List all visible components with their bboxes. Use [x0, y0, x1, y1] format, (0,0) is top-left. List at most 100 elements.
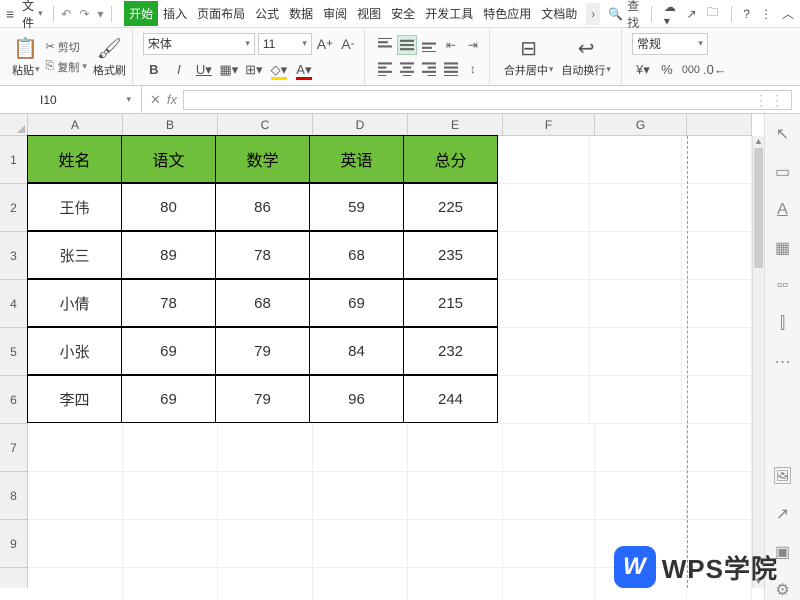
cell-D3[interactable]: 68 [309, 231, 404, 279]
cell-C4[interactable]: 68 [215, 279, 310, 327]
underline-button[interactable]: U▾ [193, 59, 215, 81]
cell-C3[interactable]: 78 [215, 231, 310, 279]
tabs-overflow[interactable]: › [586, 3, 600, 25]
increase-indent-button[interactable]: ⇥ [463, 35, 483, 55]
tab-6[interactable]: 视图 [352, 1, 386, 26]
cell-D7[interactable] [313, 424, 408, 472]
row-header-7[interactable]: 7 [0, 424, 27, 472]
cell-B5[interactable]: 69 [121, 327, 216, 375]
cell-E6[interactable]: 244 [403, 375, 498, 423]
scroll-up-icon[interactable]: ▲ [753, 136, 764, 148]
collapse-ribbon-icon[interactable]: ︿ [782, 5, 794, 22]
cell-G8[interactable] [595, 472, 687, 520]
cell-E4[interactable]: 215 [403, 279, 498, 327]
tab-1[interactable]: 插入 [158, 1, 192, 26]
increase-decimal-button[interactable]: .0← [704, 59, 726, 81]
cell-F5[interactable] [498, 328, 590, 376]
cell-E3[interactable]: 235 [403, 231, 498, 279]
cell-G4[interactable] [590, 280, 682, 328]
align-middle-button[interactable] [397, 35, 417, 55]
chart-tool-icon[interactable]: ⫿ [773, 314, 793, 334]
fill-color-button[interactable]: ◇▾ [268, 59, 290, 81]
tab-8[interactable]: 开发工具 [420, 1, 478, 26]
row-header-5[interactable]: 5 [0, 328, 27, 376]
tab-3[interactable]: 公式 [250, 1, 284, 26]
align-center-button[interactable] [397, 59, 417, 79]
row-header-2[interactable]: 2 [0, 184, 27, 232]
style-tool-icon[interactable]: A [773, 200, 793, 220]
cell-E2[interactable]: 225 [403, 183, 498, 231]
cell-C7[interactable] [218, 424, 313, 472]
cell-style-button[interactable]: ⊞▾ [243, 59, 265, 81]
cell-D2[interactable]: 59 [309, 183, 404, 231]
font-size-select[interactable]: 11▾ [258, 33, 312, 55]
cloud-icon[interactable]: ☁▾ [664, 0, 677, 28]
bold-button[interactable]: B [143, 59, 165, 81]
copy-button[interactable]: ⎘复制▾ [46, 59, 87, 75]
more-icon[interactable]: ⋮ [760, 7, 772, 21]
cell-E10[interactable] [408, 568, 503, 600]
justify-button[interactable] [441, 59, 461, 79]
cell-D8[interactable] [313, 472, 408, 520]
cell-G7[interactable] [595, 424, 687, 472]
cell-A1[interactable]: 姓名 [27, 135, 122, 183]
cell-D4[interactable]: 69 [309, 279, 404, 327]
tab-10[interactable]: 文档助 [536, 1, 582, 26]
orientation-button[interactable]: ↕ [463, 59, 483, 79]
cell-B6[interactable]: 69 [121, 375, 216, 423]
cell-B9[interactable] [123, 520, 218, 568]
cell-A10[interactable] [28, 568, 123, 600]
cell-A9[interactable] [28, 520, 123, 568]
name-box[interactable]: I10▾ [0, 86, 142, 113]
col-header-C[interactable]: C [218, 114, 313, 135]
col-header-G[interactable]: G [595, 114, 687, 135]
align-top-button[interactable] [375, 35, 395, 55]
font-color-button[interactable]: A▾ [293, 59, 315, 81]
cell-F9[interactable] [503, 520, 595, 568]
cell-E9[interactable] [408, 520, 503, 568]
cell-A3[interactable]: 张三 [27, 231, 122, 279]
cell-G5[interactable] [590, 328, 682, 376]
comma-button[interactable]: 000 [680, 59, 702, 81]
search-button[interactable]: 🔍查找 [608, 0, 639, 31]
cell-E1[interactable]: 总分 [403, 135, 498, 183]
tab-2[interactable]: 页面布局 [192, 1, 250, 26]
cell-E5[interactable]: 232 [403, 327, 498, 375]
undo-button[interactable]: ↶ [59, 7, 73, 21]
row-header-6[interactable]: 6 [0, 376, 27, 424]
vertical-scrollbar[interactable]: ▲ ▼ [752, 136, 764, 588]
save-icon[interactable]: 🗀 [707, 3, 719, 24]
cell-B3[interactable]: 89 [121, 231, 216, 279]
cell-F3[interactable] [498, 232, 590, 280]
number-format-select[interactable]: 常规▾ [632, 33, 708, 55]
tab-4[interactable]: 数据 [284, 1, 318, 26]
cell-F7[interactable] [503, 424, 595, 472]
cell-E8[interactable] [408, 472, 503, 520]
cell-F6[interactable] [498, 376, 590, 424]
italic-button[interactable]: I [168, 59, 190, 81]
currency-button[interactable]: ¥▾ [632, 59, 654, 81]
cell-F8[interactable] [503, 472, 595, 520]
cell-B8[interactable] [123, 472, 218, 520]
cell-D10[interactable] [313, 568, 408, 600]
row-header-8[interactable]: 8 [0, 472, 27, 520]
cell-D1[interactable]: 英语 [309, 135, 404, 183]
wrap-text-button[interactable]: ↩ 自动换行▾ [557, 36, 615, 78]
ribbon-toggle-dots[interactable]: ⋮⋮ [754, 92, 786, 109]
cell-C1[interactable]: 数学 [215, 135, 310, 183]
select-all-corner[interactable] [0, 114, 28, 136]
tab-7[interactable]: 安全 [386, 1, 420, 26]
cell-B7[interactable] [123, 424, 218, 472]
cell-D9[interactable] [313, 520, 408, 568]
cut-button[interactable]: ✂剪切 [46, 39, 87, 55]
cell-D6[interactable]: 96 [309, 375, 404, 423]
decrease-font-button[interactable]: A- [338, 33, 358, 55]
cell-B1[interactable]: 语文 [121, 135, 216, 183]
row-header-1[interactable]: 1 [0, 136, 27, 184]
cell-A4[interactable]: 小倩 [27, 279, 122, 327]
cell-A6[interactable]: 李四 [27, 375, 122, 423]
cell-A7[interactable] [28, 424, 123, 472]
cell-E7[interactable] [408, 424, 503, 472]
cursor-tool-icon[interactable]: ↖ [773, 124, 793, 144]
increase-font-button[interactable]: A+ [315, 33, 335, 55]
